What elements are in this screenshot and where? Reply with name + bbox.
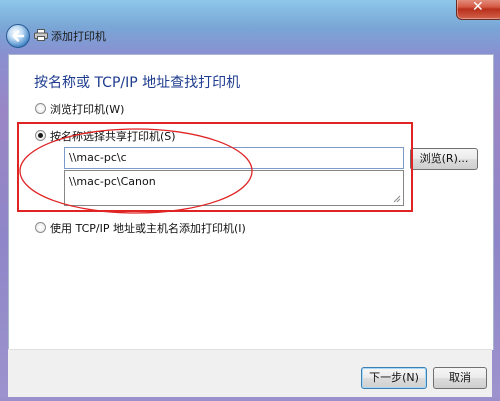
- radio-browse-printers[interactable]: [35, 103, 46, 114]
- browse-button[interactable]: 浏览(R)...: [410, 148, 478, 170]
- cancel-button[interactable]: 取消: [433, 367, 487, 389]
- close-icon: ✕: [472, 0, 484, 15]
- close-button[interactable]: ✕: [456, 0, 500, 20]
- back-button[interactable]: [6, 24, 30, 48]
- radio-tcpip-hostname[interactable]: [35, 222, 46, 233]
- page-heading: 按名称或 TCP/IP 地址查找打印机: [34, 75, 241, 91]
- back-arrow-icon: [12, 30, 25, 42]
- next-button[interactable]: 下一步(N): [361, 367, 427, 389]
- radio-label-browse-printers[interactable]: 浏览打印机(W): [50, 101, 124, 117]
- radio-label-tcpip-hostname[interactable]: 使用 TCP/IP 地址或主机名添加打印机(I): [50, 220, 246, 236]
- printer-icon: [34, 29, 48, 41]
- add-printer-window: ✕ 添加打印机 按名称或 TCP/IP 地址查找打印机 浏览打印机(W) 按名称…: [0, 0, 500, 401]
- highlight-ellipse: [19, 128, 253, 214]
- window-title: 添加打印机: [51, 30, 106, 43]
- window-frame-bottom: [0, 397, 500, 401]
